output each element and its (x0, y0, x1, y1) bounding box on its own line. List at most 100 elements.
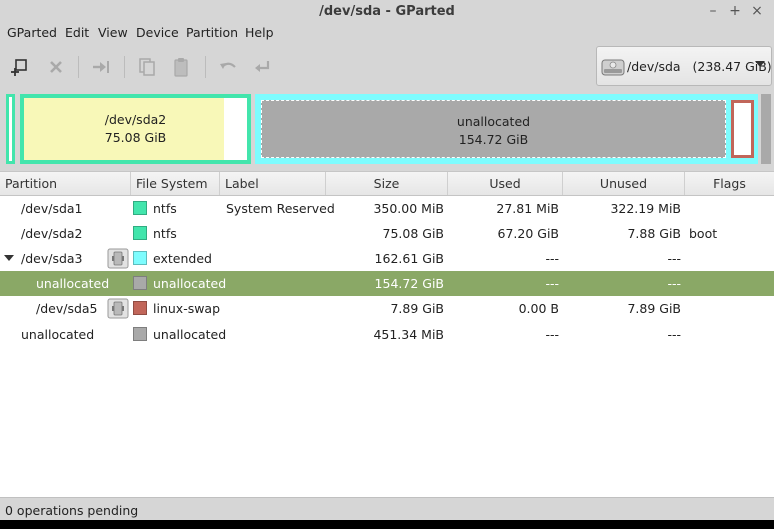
cell-unused: 322.19 MiB (610, 201, 681, 216)
cell-size: 75.08 GiB (382, 226, 445, 241)
table-header: Partition File System Label Size Used Un… (0, 172, 774, 196)
table-row[interactable]: /dev/sda2 ntfs 75.08 GiB 67.20 GiB 7.88 … (0, 221, 774, 246)
cell-fs: extended (153, 251, 212, 266)
diskmap-sda2-name: /dev/sda2 (104, 112, 167, 127)
gparted-window: /dev/sda - GParted – + × GParted Edit Vi… (0, 0, 774, 520)
table-row[interactable]: /dev/sda5 linux-swap 7.89 GiB 0.00 B 7.8… (0, 296, 774, 321)
cell-fs: linux-swap (153, 301, 221, 316)
fs-color-swatch (133, 201, 147, 215)
menu-device[interactable]: Device (136, 25, 179, 40)
cell-size: 451.34 MiB (373, 327, 444, 342)
partition-table: Partition File System Label Size Used Un… (0, 171, 774, 497)
diskmap-sda5-swap[interactable] (731, 100, 754, 158)
new-partition-icon (11, 59, 27, 76)
diskmap-sda2[interactable]: /dev/sda2 75.08 GiB (20, 94, 251, 164)
table-row[interactable]: /dev/sda1 ntfs System Reserved 350.00 Mi… (0, 196, 774, 221)
paste-icon (174, 58, 188, 77)
table-row[interactable]: unallocated unallocated 451.34 MiB --- -… (0, 322, 774, 347)
device-selector[interactable]: /dev/sda (238.47 GiB) (596, 46, 772, 86)
col-label[interactable]: Label (220, 172, 326, 195)
fs-color-swatch (133, 327, 147, 341)
col-unused[interactable]: Unused (563, 172, 685, 195)
diskmap-unallocated-name: unallocated (456, 114, 531, 129)
apply-button[interactable] (249, 54, 275, 80)
minimize-button[interactable]: – (704, 2, 722, 20)
cell-fs: ntfs (153, 201, 177, 216)
cell-used: 67.20 GiB (497, 226, 560, 241)
fs-color-swatch (133, 251, 147, 265)
status-text: 0 operations pending (5, 503, 139, 518)
apply-icon (255, 61, 270, 72)
device-name: /dev/sda (627, 59, 681, 74)
new-partition-button[interactable] (8, 54, 34, 80)
col-flags[interactable]: Flags (685, 172, 774, 195)
hard-disk-icon (601, 59, 625, 76)
cell-size: 154.72 GiB (374, 276, 444, 291)
resize-move-icon (93, 61, 109, 73)
resize-move-button[interactable] (88, 54, 114, 80)
diskmap-sda1-fill (9, 97, 12, 161)
cell-label: System Reserved (226, 201, 335, 216)
menu-view[interactable]: View (98, 25, 128, 40)
cell-fs: unallocated (153, 276, 227, 291)
diskmap-trailing-unallocated[interactable] (761, 94, 771, 164)
col-file-system[interactable]: File System (131, 172, 220, 195)
diskmap-sda2-size: 75.08 GiB (104, 130, 167, 145)
diskmap-sda2-used (24, 98, 224, 160)
lock-icon (107, 298, 129, 319)
cell-used: --- (545, 327, 559, 342)
cell-partition: unallocated (36, 276, 110, 291)
cell-size: 350.00 MiB (373, 201, 444, 216)
cell-size: 162.61 GiB (374, 251, 444, 266)
copy-icon (139, 58, 155, 76)
cell-fs: unallocated (153, 327, 227, 342)
cell-partition: /dev/sda5 (36, 301, 98, 316)
menu-edit[interactable]: Edit (65, 25, 89, 40)
table-row[interactable]: /dev/sda3 extended 162.61 GiB --- --- (0, 246, 774, 271)
menu-help[interactable]: Help (245, 25, 274, 40)
delete-icon (50, 61, 62, 73)
fs-color-swatch (133, 301, 147, 315)
cell-partition: /dev/sda1 (21, 201, 83, 216)
copy-button[interactable] (134, 54, 160, 80)
cell-used: --- (545, 251, 559, 266)
lock-icon (107, 248, 129, 269)
cell-unused: 7.89 GiB (627, 301, 681, 316)
fs-color-swatch (133, 226, 147, 240)
maximize-button[interactable]: + (726, 2, 744, 20)
cell-unused: --- (667, 251, 681, 266)
diskmap-sda3-extended[interactable]: unallocated 154.72 GiB (255, 94, 758, 164)
cell-partition: unallocated (21, 327, 95, 342)
title-bar: /dev/sda - GParted – + × (0, 0, 774, 22)
toolbar-separator (205, 56, 206, 78)
cell-used: 27.81 MiB (496, 201, 559, 216)
chevron-down-icon (755, 61, 765, 67)
cell-unused: 7.88 GiB (627, 226, 681, 241)
disk-graphic[interactable]: /dev/sda2 75.08 GiB unallocated 154.72 G… (0, 91, 774, 169)
cell-flags: boot (689, 226, 718, 241)
col-size[interactable]: Size (326, 172, 448, 195)
cell-partition: /dev/sda2 (21, 226, 83, 241)
delete-button[interactable] (44, 54, 70, 80)
device-label: /dev/sda (238.47 GiB) (627, 59, 772, 74)
cell-size: 7.89 GiB (390, 301, 444, 316)
diskmap-unallocated-size: 154.72 GiB (458, 132, 529, 147)
paste-button[interactable] (168, 54, 194, 80)
cell-unused: --- (667, 327, 681, 342)
col-partition[interactable]: Partition (0, 172, 131, 195)
toolbar-separator (124, 56, 125, 78)
diskmap-sda1[interactable] (6, 94, 15, 164)
table-row-selected[interactable]: unallocated unallocated 154.72 GiB --- -… (0, 271, 774, 296)
cell-used: 0.00 B (518, 301, 559, 316)
undo-button[interactable] (215, 54, 241, 80)
menu-partition[interactable]: Partition (186, 25, 238, 40)
col-used[interactable]: Used (448, 172, 563, 195)
window-title: /dev/sda - GParted (319, 4, 455, 19)
expander-arrow-icon[interactable] (4, 255, 14, 261)
close-button[interactable]: × (748, 2, 766, 20)
menu-gparted[interactable]: GParted (7, 25, 57, 40)
cell-unused: --- (667, 276, 681, 291)
diskmap-unallocated[interactable]: unallocated 154.72 GiB (261, 100, 726, 158)
cell-used: --- (545, 276, 559, 291)
toolbar-separator (78, 56, 79, 78)
